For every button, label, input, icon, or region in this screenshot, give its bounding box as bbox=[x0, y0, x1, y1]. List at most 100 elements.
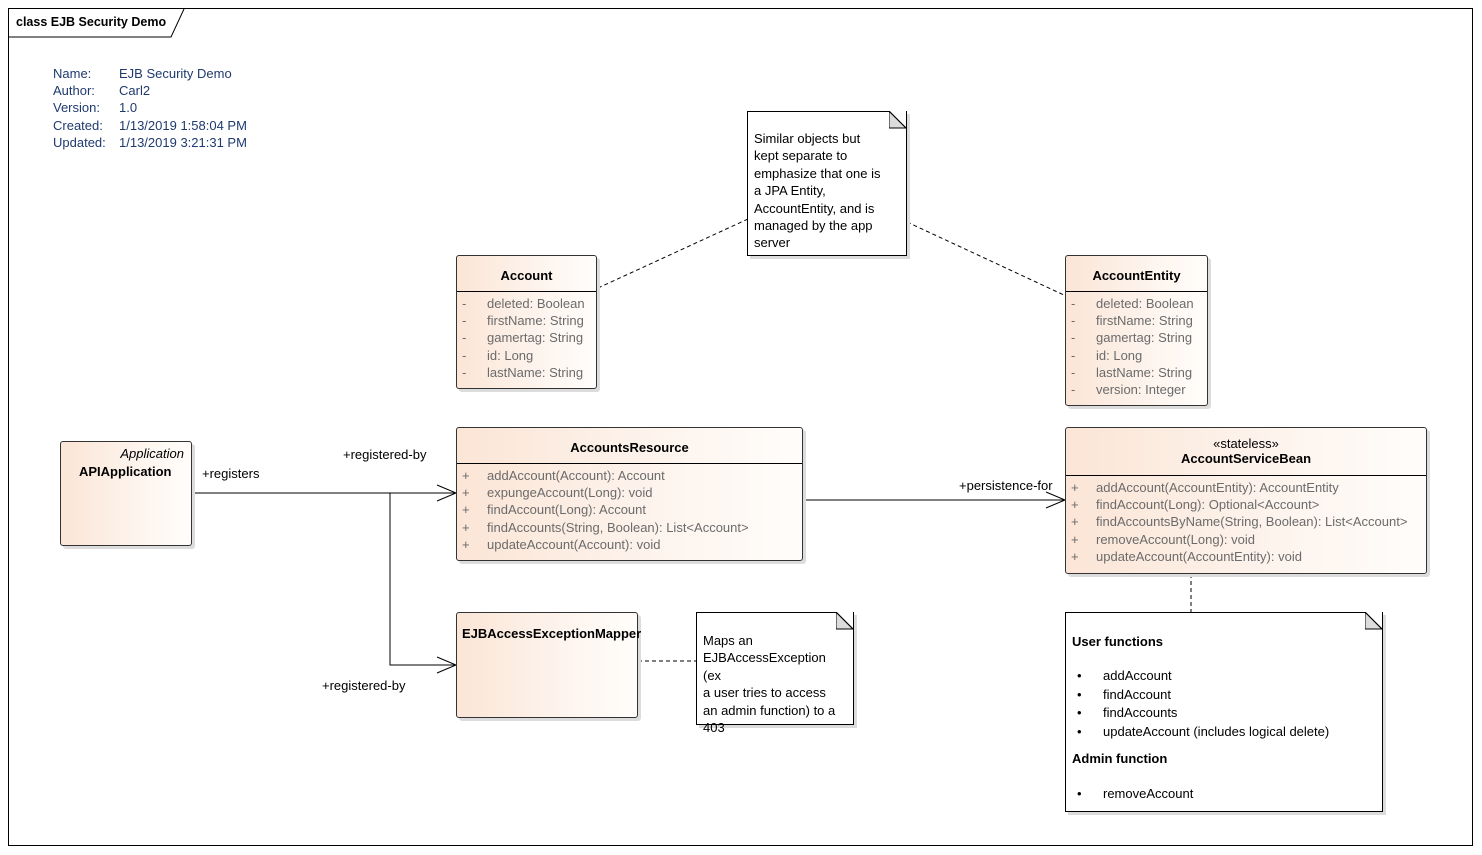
note-line: EJBAccessException (ex bbox=[703, 650, 826, 683]
attribute-text: firstName: String bbox=[1096, 313, 1193, 329]
attribute-text: id: Long bbox=[1096, 347, 1143, 363]
function-item: • findAccounts bbox=[1072, 704, 1376, 723]
attribute-row: - deleted: Boolean bbox=[457, 295, 596, 312]
admin-function-heading: Admin function bbox=[1072, 751, 1168, 767]
visibility-marker: + bbox=[1071, 548, 1079, 564]
visibility-marker: - bbox=[1071, 313, 1076, 329]
function-item: • findAccount bbox=[1072, 686, 1376, 705]
function-item: • addAccount bbox=[1072, 667, 1376, 686]
visibility-marker: + bbox=[462, 502, 470, 518]
label-registered-by-top: +registered-by bbox=[343, 447, 427, 462]
attribute-text: lastName: String bbox=[487, 364, 584, 380]
note-line: a JPA Entity, bbox=[754, 183, 826, 199]
attribute-row: - id: Long bbox=[1066, 347, 1207, 364]
function-name: addAccount bbox=[1103, 668, 1172, 684]
note-fold-icon bbox=[889, 111, 907, 129]
operation-row: + findAccount(Long): Optional<Account> bbox=[1066, 496, 1426, 513]
visibility-marker: + bbox=[462, 485, 470, 501]
class-name: AccountEntity bbox=[1066, 256, 1207, 292]
attribute-row: - deleted: Boolean bbox=[1066, 295, 1207, 312]
note-line: a user tries to access bbox=[703, 685, 826, 701]
class-name: AccountsResource bbox=[457, 428, 802, 464]
operation-text: removeAccount(Long): void bbox=[1096, 531, 1255, 547]
operation-row: + findAccounts(String, Boolean): List<Acc… bbox=[457, 519, 802, 536]
class-account-entity[interactable]: AccountEntity - deleted: Boolean - firstNa… bbox=[1065, 255, 1208, 406]
note-line: Maps an bbox=[703, 633, 753, 648]
class-name: EJBAccessExceptionMapper bbox=[462, 626, 642, 641]
attribute-text: deleted: Boolean bbox=[1096, 296, 1194, 311]
attribute-text: lastName: String bbox=[1096, 364, 1193, 380]
bullet-icon: • bbox=[1077, 686, 1082, 702]
attribute-row: - version: Integer bbox=[1066, 381, 1207, 398]
operation-list: + addAccount(AccountEntity): AccountEntit… bbox=[1066, 476, 1426, 565]
class-name: AccountServiceBean bbox=[1180, 451, 1312, 466]
class-api-application[interactable]: Application APIApplication bbox=[60, 441, 192, 546]
visibility-marker: + bbox=[1071, 531, 1079, 547]
operation-text: addAccount(Account): Account bbox=[487, 468, 665, 483]
note-line: AccountEntity, and is bbox=[754, 200, 875, 216]
bullet-icon: • bbox=[1077, 705, 1082, 721]
visibility-marker: - bbox=[1071, 330, 1076, 346]
operation-row: + findAccount(Long): Account bbox=[457, 501, 802, 518]
bullet-icon: • bbox=[1077, 723, 1082, 739]
function-name: updateAccount (includes logical delete) bbox=[1103, 723, 1330, 739]
note-similar-objects[interactable]: Similar objects but kept separate to emp… bbox=[747, 111, 907, 256]
operation-text: addAccount(AccountEntity): AccountEntity bbox=[1096, 480, 1339, 495]
bullet-icon: • bbox=[1077, 668, 1082, 684]
attribute-row: - id: Long bbox=[457, 347, 596, 364]
operation-row: + addAccount(Account): Account bbox=[457, 467, 802, 484]
attribute-row: - firstName: String bbox=[457, 312, 596, 329]
class-accounts-resource[interactable]: AccountsResource + addAccount(Account): A… bbox=[456, 427, 803, 561]
visibility-marker: + bbox=[462, 519, 470, 535]
function-item: • updateAccount (includes logical delete) bbox=[1072, 723, 1376, 742]
operation-text: updateAccount(Account): void bbox=[487, 536, 661, 552]
operation-list: + addAccount(Account): Account + expungeAc… bbox=[457, 464, 802, 553]
attribute-text: gamertag: String bbox=[487, 330, 584, 346]
note-line: kept separate to bbox=[754, 148, 848, 164]
visibility-marker: - bbox=[462, 347, 467, 363]
attribute-text: id: Long bbox=[487, 347, 534, 363]
visibility-marker: + bbox=[462, 536, 470, 552]
note-line: Similar objects but bbox=[754, 131, 861, 146]
class-account-service-bean[interactable]: «stateless» AccountServiceBean + addAccou… bbox=[1065, 427, 1427, 574]
attribute-row: - firstName: String bbox=[1066, 312, 1207, 329]
note-functions[interactable]: User functions • addAccount • findAccount … bbox=[1065, 612, 1383, 812]
function-name: removeAccount bbox=[1103, 785, 1194, 801]
class-name: Account bbox=[457, 256, 596, 292]
operation-row: + removeAccount(Long): void bbox=[1066, 531, 1426, 548]
operation-row: + updateAccount(AccountEntity): void bbox=[1066, 548, 1426, 565]
visibility-marker: - bbox=[1071, 382, 1076, 398]
attribute-row: - gamertag: String bbox=[457, 329, 596, 346]
class-account[interactable]: Account - deleted: Boolean - firstName: St… bbox=[456, 255, 597, 389]
label-registers: +registers bbox=[202, 466, 260, 481]
function-name: findAccounts bbox=[1103, 705, 1178, 721]
class-name: APIApplication bbox=[79, 464, 172, 479]
bullet-icon: • bbox=[1077, 785, 1082, 801]
attribute-list: - deleted: Boolean - firstName: String - ga… bbox=[457, 292, 596, 381]
label-persistence-for: +persistence-for bbox=[959, 478, 1053, 493]
visibility-marker: + bbox=[1071, 497, 1079, 513]
attribute-list: - deleted: Boolean - firstName: String - ga… bbox=[1066, 292, 1207, 398]
note-maps-exception[interactable]: Maps an EJBAccessException (ex a user tr… bbox=[696, 612, 854, 735]
association-registers-mapper[interactable] bbox=[389, 493, 456, 666]
operation-text: findAccountsByName(String, Boolean): Lis… bbox=[1096, 514, 1408, 530]
class-header: «stateless» AccountServiceBean bbox=[1066, 428, 1426, 476]
attribute-text: version: Integer bbox=[1096, 382, 1186, 398]
operation-text: findAccount(Long): Optional<Account> bbox=[1096, 497, 1320, 513]
note-link-account bbox=[597, 218, 749, 289]
class-ejb-access-exception-mapper[interactable]: EJBAccessExceptionMapper bbox=[456, 612, 642, 718]
visibility-marker: - bbox=[462, 313, 467, 329]
visibility-marker: - bbox=[462, 296, 467, 311]
function-item: • removeAccount bbox=[1072, 785, 1376, 804]
operation-row: + expungeAccount(Long): void bbox=[457, 484, 802, 501]
operation-row: + addAccount(AccountEntity): AccountEntit… bbox=[1066, 479, 1426, 496]
attribute-text: deleted: Boolean bbox=[487, 296, 585, 311]
note-line: server bbox=[754, 235, 791, 251]
attribute-row: - gamertag: String bbox=[1066, 329, 1207, 346]
attribute-text: firstName: String bbox=[487, 313, 584, 329]
note-line: an admin function) to a bbox=[703, 702, 836, 718]
attribute-text: gamertag: String bbox=[1096, 330, 1193, 346]
note-fold-icon bbox=[1365, 612, 1383, 630]
operation-text: findAccount(Long): Account bbox=[487, 502, 646, 518]
function-name: findAccount bbox=[1103, 686, 1171, 702]
